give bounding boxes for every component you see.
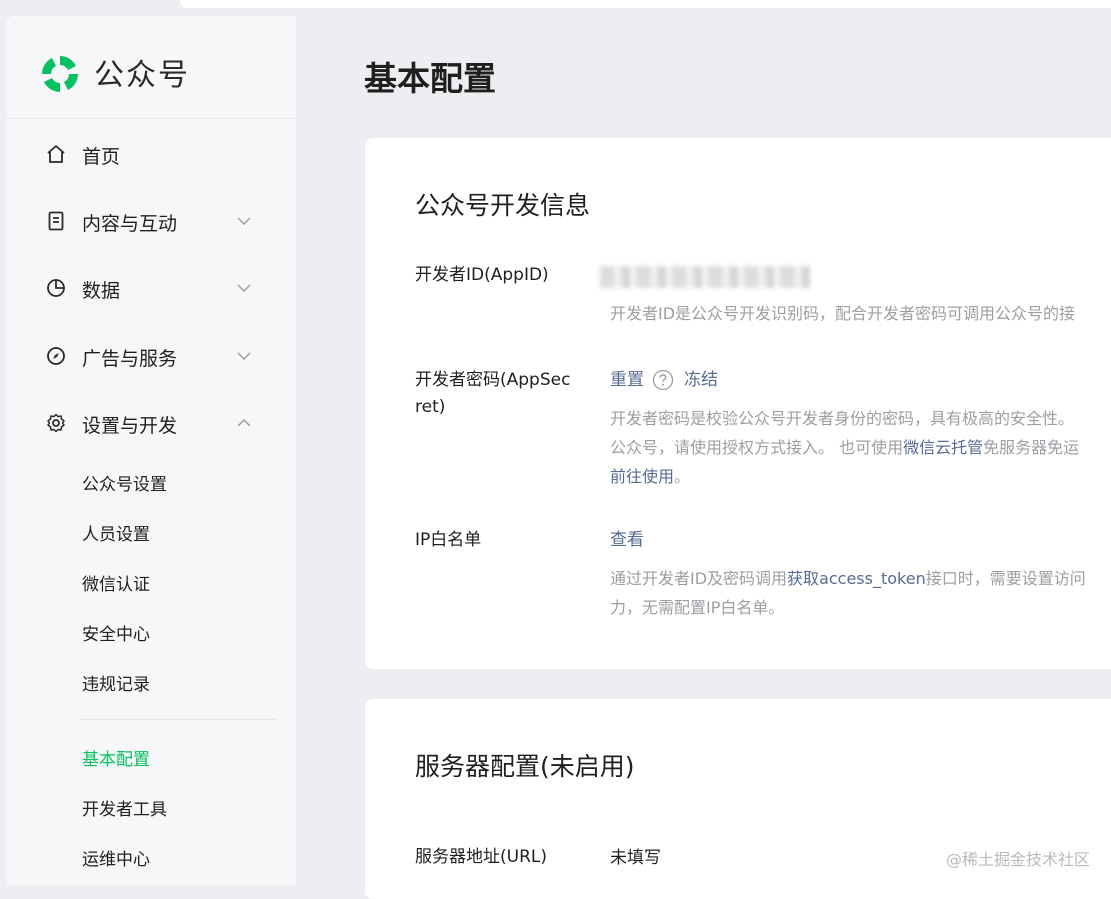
sidebar-subitem-staff-settings[interactable]: 人员设置: [82, 520, 150, 545]
sidebar-subitem-account-settings[interactable]: 公众号设置: [82, 470, 167, 495]
ip-desc-line2: 力，无需配置IP白名单。: [610, 598, 785, 617]
appid-value-masked: [600, 266, 810, 288]
sidebar-subitem-violation-records[interactable]: 违规记录: [82, 670, 150, 695]
compass-icon: [47, 347, 65, 365]
server-url-value: 未填写: [610, 848, 661, 868]
ip-whitelist-description: 通过开发者ID及密码调用获取access_token接口时，需要设置访问 力，无…: [610, 564, 1111, 622]
document-icon: [48, 211, 64, 231]
dev-info-card: 公众号开发信息 开发者ID(AppID) 开发者ID是公众号开发识别码，配合开发…: [365, 138, 1111, 669]
gear-icon: [47, 413, 65, 433]
appid-description: 开发者ID是公众号开发识别码，配合开发者密码可调用公众号的接: [610, 304, 1076, 323]
server-config-title: 服务器配置(未启用): [415, 752, 635, 781]
appsecret-desc-line1: 开发者密码是校验公众号开发者身份的密码，具有极高的安全性。: [610, 409, 1075, 428]
desc-text: 公众号，请使用授权方式接入。 也可使用: [610, 438, 904, 457]
desc-text: 通过开发者ID及密码调用: [610, 569, 788, 588]
appid-label: 开发者ID(AppID): [415, 265, 549, 285]
go-use-link[interactable]: 前往使用: [610, 467, 674, 486]
reset-secret-link[interactable]: 重置: [610, 370, 644, 390]
server-url-label: 服务器地址(URL): [415, 847, 547, 867]
sidebar-item-home[interactable]: 首页: [6, 134, 296, 174]
appsecret-description: 开发者密码是校验公众号开发者身份的密码，具有极高的安全性。 公众号，请使用授权方…: [610, 404, 1111, 491]
pie-chart-icon: [47, 279, 65, 297]
ip-whitelist-actions: 查看: [610, 526, 644, 554]
wechat-cloud-hosting-link[interactable]: 微信云托管: [903, 438, 983, 457]
chevron-up-icon: [237, 418, 251, 427]
sidebar-subitem-basic-config[interactable]: 基本配置: [82, 745, 150, 770]
sidebar-divider: [80, 719, 276, 720]
sidebar-item-content[interactable]: 内容与互动: [6, 201, 296, 241]
access-token-link[interactable]: 获取access_token: [787, 569, 926, 588]
desc-text: 。: [674, 467, 691, 486]
browser-top-strip: [0, 0, 1111, 14]
wechat-official-logo-icon: [42, 56, 78, 92]
sidebar-item-label: 数据: [82, 280, 121, 302]
sidebar-item-label: 首页: [82, 146, 121, 168]
appsecret-actions: 重置 冻结: [610, 366, 718, 394]
sidebar-subitem-wechat-verification[interactable]: 微信认证: [82, 570, 150, 595]
ip-desc-line1: 通过开发者ID及密码调用获取access_token接口时，需要设置访问: [610, 564, 1111, 593]
view-ip-whitelist-link[interactable]: 查看: [610, 530, 644, 550]
sidebar-item-settings-dev[interactable]: 设置与开发: [6, 403, 296, 443]
ip-whitelist-label: IP白名单: [415, 530, 482, 550]
chevron-down-icon: [237, 352, 251, 361]
sidebar-item-label: 内容与互动: [82, 213, 178, 235]
brand-header[interactable]: 公众号: [6, 16, 296, 119]
appsecret-desc-line3: 前往使用。: [610, 462, 1111, 491]
freeze-secret-link[interactable]: 冻结: [684, 370, 718, 390]
sidebar-subitem-developer-tools[interactable]: 开发者工具: [82, 795, 167, 820]
sidebar-item-data[interactable]: 数据: [6, 268, 296, 308]
appsecret-label-line1: 开发者密码(AppSec: [415, 370, 571, 390]
sidebar-subitem-ops-center[interactable]: 运维中心: [82, 845, 150, 870]
desc-text: 接口时，需要设置访问: [925, 569, 1086, 588]
sidebar-item-label: 设置与开发: [82, 415, 178, 437]
appsecret-label-line2: ret): [415, 397, 446, 417]
desc-text: 免服务器免运: [983, 438, 1080, 457]
home-icon: [47, 145, 65, 163]
appsecret-desc-line2: 公众号，请使用授权方式接入。 也可使用微信云托管免服务器免运: [610, 433, 1111, 462]
watermark: @稀土掘金技术社区: [946, 850, 1091, 869]
sidebar-item-ads-services[interactable]: 广告与服务: [6, 336, 296, 376]
sidebar-subitem-security-center[interactable]: 安全中心: [82, 620, 150, 645]
chevron-down-icon: [237, 284, 251, 293]
sidebar-item-label: 广告与服务: [82, 348, 178, 370]
appsecret-label: 开发者密码(AppSec ret): [415, 367, 580, 421]
browser-tab-bar: [180, 0, 1111, 8]
help-icon[interactable]: [652, 369, 674, 391]
dev-info-title: 公众号开发信息: [415, 191, 591, 220]
sidebar: 公众号 首页 内容与互动 数据 广告与服务 设置与开发 公众号设置 人员设置 微…: [6, 16, 296, 886]
chevron-down-icon: [237, 217, 251, 226]
app-title: 公众号: [94, 58, 190, 93]
page-title: 基本配置: [364, 59, 496, 98]
